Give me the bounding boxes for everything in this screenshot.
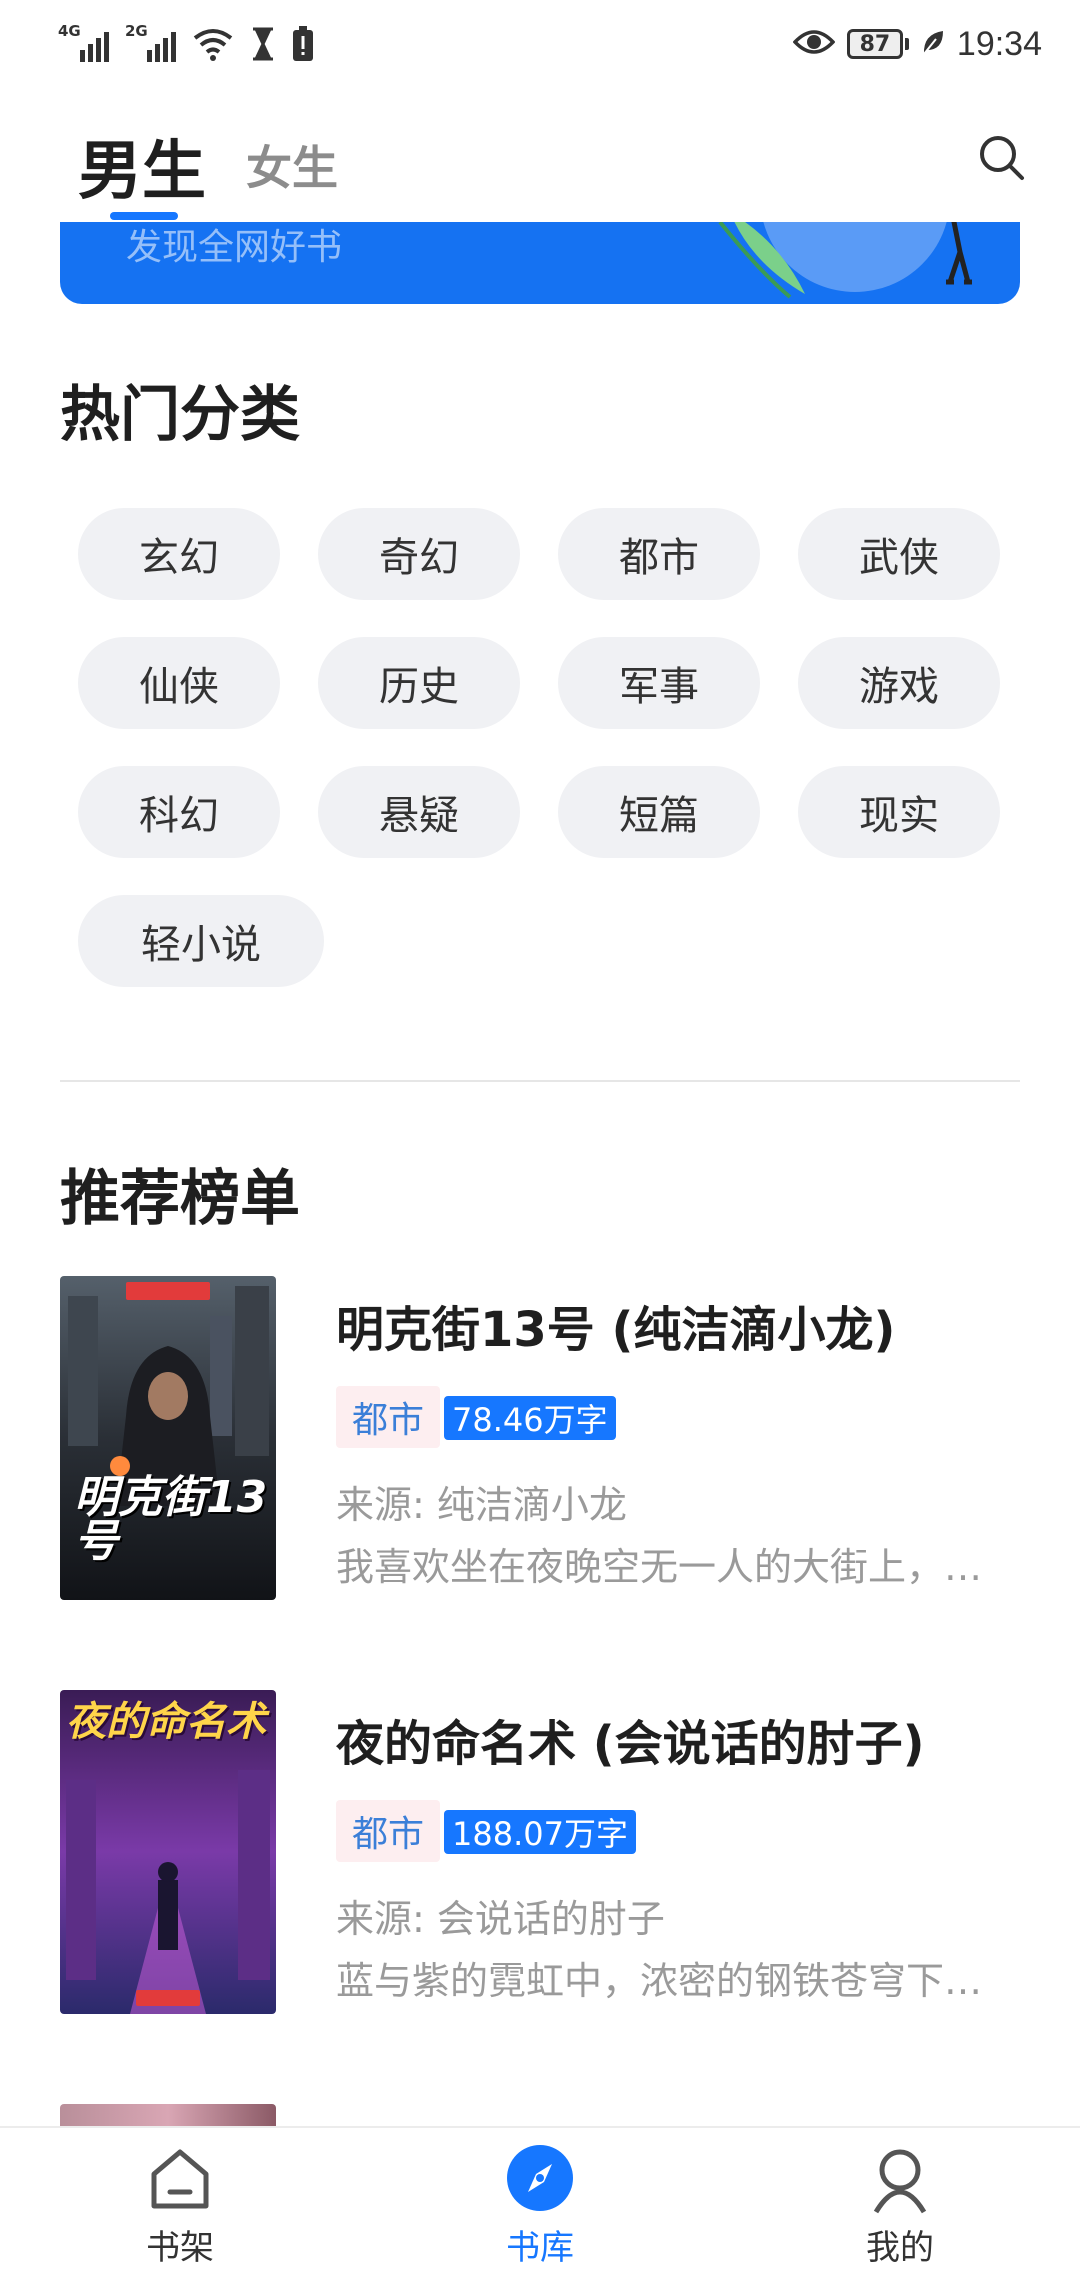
cover-title: 夜的命名术 xyxy=(66,1699,266,1745)
battery-warning-icon xyxy=(292,26,314,62)
category-chip[interactable]: 都市 xyxy=(558,508,760,600)
category-chip[interactable]: 短篇 xyxy=(558,766,760,858)
tab-female[interactable]: 女生 xyxy=(246,132,338,198)
sim1-network-label: 4G xyxy=(58,22,81,40)
tab-male[interactable]: 男生 xyxy=(78,120,206,212)
book-item[interactable]: 明克街13号 明克街13号 (纯洁滴小龙) 都市 78.46万字 来源: 纯洁滴… xyxy=(60,1276,1020,1606)
sim1-signal: 4G xyxy=(58,22,109,62)
book-source: 来源: 会说话的肘子 xyxy=(336,1897,665,1941)
category-chip[interactable]: 军事 xyxy=(558,637,760,729)
status-bar: 4G 2G 87 19:34 xyxy=(0,0,1080,90)
promo-banner[interactable]: 发现全网好书 xyxy=(60,222,1020,304)
hourglass-icon xyxy=(250,26,276,62)
book-title[interactable]: 明克街13号 (纯洁滴小龙) xyxy=(336,1290,895,1360)
sim2-signal: 2G xyxy=(125,22,176,62)
hot-categories-title: 热门分类 xyxy=(60,380,300,450)
bottom-navigation: 书架 书库 我的 xyxy=(0,2126,1080,2280)
book-description: 蓝与紫的霓虹中，浓密的钢铁苍穹下… xyxy=(336,1959,983,2003)
category-chip[interactable]: 武侠 xyxy=(798,508,1000,600)
category-chip[interactable]: 科幻 xyxy=(78,766,280,858)
status-left: 4G 2G xyxy=(58,22,314,62)
top-tab-bar: 男生 女生 xyxy=(0,100,1080,220)
banner-text: 发现全网好书 xyxy=(126,227,343,268)
nav-mine[interactable]: 我的 xyxy=(810,2138,990,2278)
nav-label: 书架 xyxy=(146,2228,214,2268)
search-icon[interactable] xyxy=(972,128,1032,188)
nav-label: 我的 xyxy=(866,2228,934,2268)
nav-bookshelf[interactable]: 书架 xyxy=(90,2138,270,2278)
category-chip[interactable]: 历史 xyxy=(318,637,520,729)
nav-library[interactable]: 书库 xyxy=(450,2138,630,2278)
category-chip[interactable]: 奇幻 xyxy=(318,508,520,600)
eye-icon xyxy=(792,28,836,60)
nav-label: 书库 xyxy=(506,2228,574,2268)
book-cover[interactable]: 明克街13号 xyxy=(60,1276,276,1600)
sim2-network-label: 2G xyxy=(125,22,148,40)
book-category-tag: 都市 xyxy=(336,1800,441,1862)
book-description: 我喜欢坐在夜晚空无一人的大街上，… xyxy=(336,1545,983,1589)
leaf-icon xyxy=(921,28,945,60)
book-cover-partial[interactable] xyxy=(60,2104,276,2128)
signal-icon xyxy=(147,32,176,62)
book-item[interactable]: 夜的命名术 夜的命名术 (会说话的肘子) 都市 188.07万字 来源: 会说话… xyxy=(60,1690,1020,2020)
book-title[interactable]: 夜的命名术 (会说话的肘子) xyxy=(336,1704,925,1774)
banner-person-illustration xyxy=(946,222,972,285)
clock: 19:34 xyxy=(956,24,1042,63)
category-chip[interactable]: 轻小说 xyxy=(78,895,324,987)
home-icon xyxy=(151,2149,209,2209)
active-tab-indicator xyxy=(110,212,178,220)
category-chip[interactable]: 仙侠 xyxy=(78,637,280,729)
status-right: 87 19:34 xyxy=(792,22,1042,66)
compass-icon xyxy=(507,2145,573,2211)
category-chip[interactable]: 现实 xyxy=(798,766,1000,858)
battery-level: 87 xyxy=(859,31,891,57)
wifi-icon xyxy=(192,26,234,62)
section-divider xyxy=(60,1080,1020,1082)
recommend-title: 推荐榜单 xyxy=(60,1164,300,1234)
category-chip[interactable]: 悬疑 xyxy=(318,766,520,858)
category-chip[interactable]: 玄幻 xyxy=(78,508,280,600)
signal-icon xyxy=(80,32,109,62)
cover-title: 明克街13号 xyxy=(74,1472,268,1567)
book-cover[interactable]: 夜的命名术 xyxy=(60,1690,276,2014)
category-chip[interactable]: 游戏 xyxy=(798,637,1000,729)
book-category-tag: 都市 xyxy=(336,1386,441,1448)
book-wordcount-tag: 78.46万字 xyxy=(444,1396,616,1440)
banner-leaf-decoration xyxy=(718,222,805,299)
user-icon xyxy=(873,2149,927,2214)
battery-icon: 87 xyxy=(846,29,909,59)
book-wordcount-tag: 188.07万字 xyxy=(444,1810,636,1854)
book-source: 来源: 纯洁滴小龙 xyxy=(336,1483,627,1527)
